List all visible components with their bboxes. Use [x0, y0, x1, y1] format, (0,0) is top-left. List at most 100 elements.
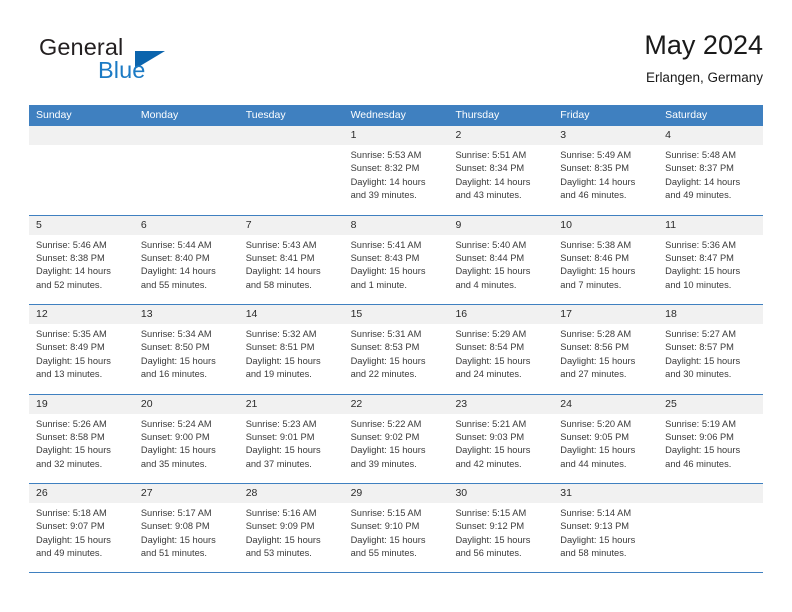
day-cell[interactable]: 13 Sunrise: 5:34 AM Sunset: 8:50 PM Dayl…: [133, 305, 239, 394]
day-cell[interactable]: 1 Sunrise: 5:53 AM Sunset: 8:32 PM Dayli…: [343, 126, 449, 215]
sunrise-text: Sunrise: 5:26 AM: [36, 418, 107, 429]
sunset-text: Sunset: 9:07 PM: [36, 521, 105, 532]
daylight-text-line2: and 56 minutes.: [455, 548, 522, 559]
sunrise-text: Sunrise: 5:36 AM: [665, 239, 736, 250]
week-row: 12 Sunrise: 5:35 AM Sunset: 8:49 PM Dayl…: [29, 304, 764, 394]
day-number-band: 29: [343, 484, 449, 503]
day-cell[interactable]: 22 Sunrise: 5:22 AM Sunset: 9:02 PM Dayl…: [343, 394, 449, 483]
weekday-header-monday: Monday: [140, 109, 179, 121]
daylight-text-line1: Daylight: 15 hours: [140, 534, 216, 545]
day-cell[interactable]: 31 Sunrise: 5:14 AM Sunset: 9:13 PM Dayl…: [553, 484, 659, 572]
daylight-text-line1: Daylight: 15 hours: [350, 445, 426, 456]
day-cell[interactable]: 5 Sunrise: 5:46 AM Sunset: 8:38 PM Dayli…: [29, 215, 134, 304]
day-cell[interactable]: 7 Sunrise: 5:43 AM Sunset: 8:41 PM Dayli…: [238, 215, 344, 304]
day-number-band: 27: [133, 484, 239, 503]
day-cell[interactable]: 10 Sunrise: 5:38 AM Sunset: 8:46 PM Dayl…: [553, 215, 659, 304]
sunset-text: Sunset: 8:40 PM: [140, 252, 210, 263]
sunset-text: Sunset: 8:37 PM: [665, 163, 734, 174]
daylight-text-line1: Daylight: 15 hours: [560, 266, 636, 277]
daylight-text-line2: and 49 minutes.: [36, 548, 103, 559]
week-row: 19 Sunrise: 5:26 AM Sunset: 8:58 PM Dayl…: [29, 393, 764, 483]
day-cell[interactable]: 20 Sunrise: 5:24 AM Sunset: 9:00 PM Dayl…: [133, 394, 239, 483]
day-details: Sunrise: 5:49 AM Sunset: 8:35 PM Dayligh…: [553, 145, 658, 203]
day-cell[interactable]: 26 Sunrise: 5:18 AM Sunset: 9:07 PM Dayl…: [29, 484, 134, 572]
day-cell[interactable]: 14 Sunrise: 5:32 AM Sunset: 8:51 PM Dayl…: [238, 305, 344, 394]
day-cell[interactable]: 16 Sunrise: 5:29 AM Sunset: 8:54 PM Dayl…: [448, 305, 554, 394]
day-details: Sunrise: 5:16 AM Sunset: 9:09 PM Dayligh…: [239, 503, 344, 561]
day-number: 21: [245, 397, 258, 410]
day-number-band: 14: [238, 305, 344, 324]
day-cell[interactable]: 2 Sunrise: 5:51 AM Sunset: 8:34 PM Dayli…: [448, 126, 554, 215]
day-cell[interactable]: 8 Sunrise: 5:41 AM Sunset: 8:43 PM Dayli…: [343, 215, 449, 304]
weekday-header-row: Sunday Monday Tuesday Wednesday Thursday…: [29, 105, 763, 125]
daylight-text-line2: and 24 minutes.: [455, 369, 522, 380]
day-cell[interactable]: [238, 126, 344, 215]
daylight-text-line2: and 58 minutes.: [245, 279, 312, 290]
sunset-text: Sunset: 8:46 PM: [560, 252, 630, 263]
day-cell[interactable]: 4 Sunrise: 5:48 AM Sunset: 8:37 PM Dayli…: [658, 126, 764, 215]
day-number-band: 26: [29, 484, 134, 503]
sunset-text: Sunset: 8:56 PM: [560, 342, 630, 353]
day-cell[interactable]: 6 Sunrise: 5:44 AM Sunset: 8:40 PM Dayli…: [133, 215, 239, 304]
day-cell[interactable]: 11 Sunrise: 5:36 AM Sunset: 8:47 PM Dayl…: [658, 215, 764, 304]
daylight-text-line2: and 4 minutes.: [455, 279, 517, 290]
sunset-text: Sunset: 9:05 PM: [560, 431, 630, 442]
day-cell[interactable]: [29, 126, 134, 215]
day-cell[interactable]: 30 Sunrise: 5:15 AM Sunset: 9:12 PM Dayl…: [448, 484, 554, 572]
day-details: Sunrise: 5:20 AM Sunset: 9:05 PM Dayligh…: [553, 414, 658, 472]
day-number-band: 19: [29, 394, 134, 414]
day-cell[interactable]: 27 Sunrise: 5:17 AM Sunset: 9:08 PM Dayl…: [133, 484, 239, 572]
daylight-text-line2: and 53 minutes.: [245, 548, 312, 559]
sunset-text: Sunset: 8:58 PM: [36, 431, 105, 442]
sunrise-text: Sunrise: 5:20 AM: [560, 418, 632, 429]
day-number: 22: [350, 397, 363, 410]
daylight-text-line2: and 46 minutes.: [665, 458, 732, 469]
sunset-text: Sunset: 9:09 PM: [245, 521, 315, 532]
sunrise-text: Sunrise: 5:35 AM: [36, 329, 107, 339]
day-details: Sunrise: 5:23 AM Sunset: 9:01 PM Dayligh…: [239, 414, 344, 472]
sunrise-text: Sunrise: 5:24 AM: [140, 418, 212, 429]
day-details: Sunrise: 5:15 AM Sunset: 9:12 PM Dayligh…: [448, 503, 553, 561]
sunrise-text: Sunrise: 5:31 AM: [350, 329, 422, 339]
day-number: 5: [36, 218, 42, 231]
day-cell[interactable]: 3 Sunrise: 5:49 AM Sunset: 8:35 PM Dayli…: [553, 126, 659, 215]
daylight-text-line1: Daylight: 15 hours: [455, 355, 531, 366]
daylight-text-line1: Daylight: 14 hours: [560, 176, 636, 187]
day-cell[interactable]: 29 Sunrise: 5:15 AM Sunset: 9:10 PM Dayl…: [343, 484, 449, 572]
day-number-band: 4: [658, 126, 764, 145]
day-cell[interactable]: 19 Sunrise: 5:26 AM Sunset: 8:58 PM Dayl…: [29, 394, 134, 483]
day-number-band: 7: [238, 215, 344, 235]
day-cell[interactable]: [658, 484, 764, 572]
daylight-text-line2: and 46 minutes.: [560, 190, 627, 201]
day-cell[interactable]: 15 Sunrise: 5:31 AM Sunset: 8:53 PM Dayl…: [343, 305, 449, 394]
daylight-text-line2: and 16 minutes.: [140, 369, 208, 380]
day-details: [29, 145, 134, 149]
day-details: Sunrise: 5:29 AM Sunset: 8:54 PM Dayligh…: [448, 324, 553, 382]
day-details: Sunrise: 5:22 AM Sunset: 9:02 PM Dayligh…: [344, 414, 449, 472]
day-details: Sunrise: 5:27 AM Sunset: 8:57 PM Dayligh…: [658, 324, 763, 382]
sunset-text: Sunset: 9:01 PM: [245, 431, 315, 442]
day-cell[interactable]: 18 Sunrise: 5:27 AM Sunset: 8:57 PM Dayl…: [658, 305, 764, 394]
daylight-text-line1: Daylight: 15 hours: [560, 355, 636, 366]
sunrise-text: Sunrise: 5:15 AM: [455, 508, 527, 518]
day-number: 23: [455, 397, 468, 410]
calendar-grid: Sunday Monday Tuesday Wednesday Thursday…: [29, 105, 764, 573]
day-cell[interactable]: 21 Sunrise: 5:23 AM Sunset: 9:01 PM Dayl…: [238, 394, 344, 483]
sunset-text: Sunset: 8:44 PM: [455, 252, 525, 263]
brand-logo[interactable]: General Blue: [39, 34, 259, 94]
daylight-text-line2: and 7 minutes.: [560, 279, 622, 290]
day-cell[interactable]: 12 Sunrise: 5:35 AM Sunset: 8:49 PM Dayl…: [29, 305, 134, 394]
day-details: Sunrise: 5:44 AM Sunset: 8:40 PM Dayligh…: [134, 235, 239, 293]
sunset-text: Sunset: 9:12 PM: [455, 521, 525, 532]
day-cell[interactable]: 17 Sunrise: 5:28 AM Sunset: 8:56 PM Dayl…: [553, 305, 659, 394]
day-cell[interactable]: 28 Sunrise: 5:16 AM Sunset: 9:09 PM Dayl…: [238, 484, 344, 572]
day-cell[interactable]: 9 Sunrise: 5:40 AM Sunset: 8:44 PM Dayli…: [448, 215, 554, 304]
day-cell[interactable]: 23 Sunrise: 5:21 AM Sunset: 9:03 PM Dayl…: [448, 394, 554, 483]
day-cell[interactable]: 24 Sunrise: 5:20 AM Sunset: 9:05 PM Dayl…: [553, 394, 659, 483]
day-cell[interactable]: [133, 126, 239, 215]
daylight-text-line1: Daylight: 15 hours: [455, 445, 531, 456]
day-cell[interactable]: 25 Sunrise: 5:19 AM Sunset: 9:06 PM Dayl…: [658, 394, 764, 483]
daylight-text-line1: Daylight: 14 hours: [245, 266, 321, 277]
sunset-text: Sunset: 9:00 PM: [140, 431, 210, 442]
sunset-text: Sunset: 8:43 PM: [350, 252, 420, 263]
